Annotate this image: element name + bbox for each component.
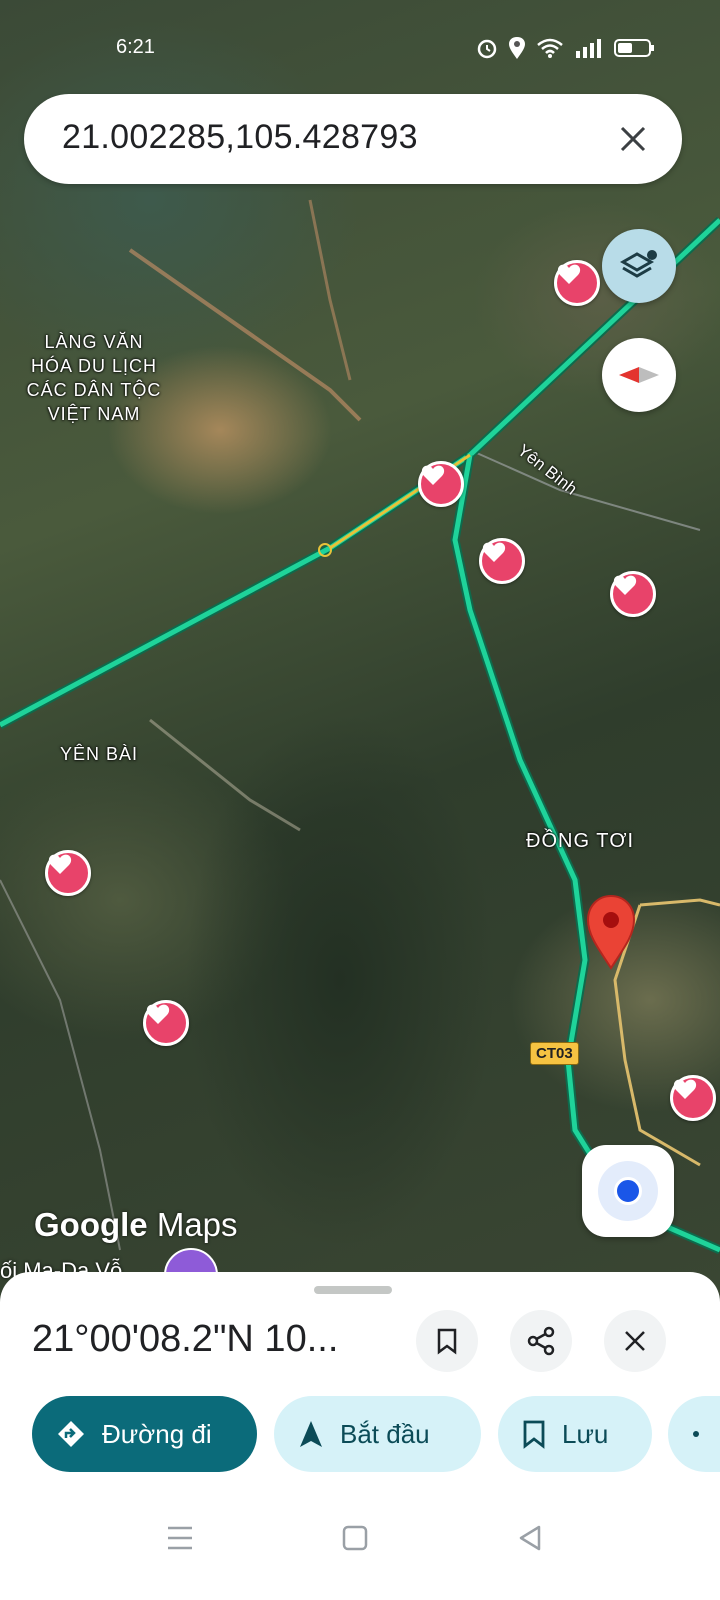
- close-icon: [625, 1331, 645, 1351]
- save-chip-button[interactable]: Lưu: [498, 1396, 652, 1472]
- directions-icon: [56, 1419, 86, 1449]
- place-sheet: 21°00'08.2"N 10... Đường đi Bắt đầu Lưu: [0, 1272, 720, 1600]
- saved-place-heart-icon[interactable]: [610, 571, 656, 617]
- search-input[interactable]: 21.002285,105.428793: [62, 118, 418, 157]
- wifi-icon: [537, 38, 563, 58]
- bookmark-icon: [437, 1328, 457, 1355]
- my-location-icon: [598, 1161, 658, 1221]
- google-maps-logo: Google Maps: [34, 1206, 238, 1243]
- close-sheet-button[interactable]: [604, 1310, 666, 1372]
- place-title: 21°00'08.2"N 10...: [32, 1318, 339, 1360]
- saved-place-heart-icon[interactable]: [670, 1075, 716, 1121]
- status-time: 6:21: [116, 36, 155, 58]
- menu-icon[interactable]: [160, 1518, 200, 1558]
- start-label: Bắt đầu: [340, 1418, 430, 1449]
- layers-icon: [619, 250, 657, 278]
- drag-handle[interactable]: [314, 1286, 392, 1294]
- signal-icon: [576, 39, 601, 58]
- more-chip-button[interactable]: [668, 1396, 720, 1472]
- saved-place-heart-icon[interactable]: [479, 538, 525, 584]
- share-icon: [527, 1326, 555, 1356]
- compass-button[interactable]: [602, 338, 676, 412]
- system-nav-bar: [0, 1490, 720, 1600]
- bookmark-icon: [522, 1419, 546, 1449]
- battery-icon: [614, 39, 654, 57]
- alarm-icon: [477, 39, 497, 59]
- location-icon: [509, 37, 525, 59]
- save-button[interactable]: [416, 1310, 478, 1372]
- map-roads: [0, 199, 720, 1255]
- road-shield: CT03: [530, 1042, 579, 1065]
- saved-place-heart-icon[interactable]: [418, 461, 464, 507]
- saved-place-heart-icon[interactable]: [45, 850, 91, 896]
- saved-place-heart-icon[interactable]: [143, 1000, 189, 1046]
- map-label-yen-bai: YÊN BÀI: [60, 744, 139, 764]
- share-icon: [692, 1422, 716, 1446]
- my-location-button[interactable]: [582, 1145, 674, 1237]
- save-label: Lưu: [562, 1418, 609, 1449]
- map-label-dong-toi: ĐỒNG TƠI: [526, 830, 635, 852]
- back-icon[interactable]: [510, 1518, 550, 1558]
- search-bar[interactable]: 21.002285,105.428793: [24, 94, 682, 184]
- navigation-arrow-icon: [298, 1419, 324, 1449]
- location-pin-icon[interactable]: [586, 894, 636, 970]
- map-label-village: LÀNG VĂN HÓA DU LỊCH CÁC DÂN TỘC VIỆT NA…: [26, 332, 162, 424]
- status-bar: 6:21: [0, 34, 720, 64]
- layers-button[interactable]: [602, 229, 676, 303]
- home-icon[interactable]: [335, 1518, 375, 1558]
- share-button[interactable]: [510, 1310, 572, 1372]
- compass-icon: [619, 367, 659, 383]
- directions-label: Đường đi: [102, 1418, 212, 1449]
- map-view[interactable]: LÀNG VĂN HÓA DU LỊCH CÁC DÂN TỘC VIỆT NA…: [0, 0, 720, 1300]
- saved-place-heart-icon[interactable]: [554, 260, 600, 306]
- start-button[interactable]: Bắt đầu: [274, 1396, 481, 1472]
- directions-button[interactable]: Đường đi: [32, 1396, 257, 1472]
- close-icon[interactable]: [610, 116, 656, 162]
- action-chips: Đường đi Bắt đầu Lưu: [32, 1396, 720, 1472]
